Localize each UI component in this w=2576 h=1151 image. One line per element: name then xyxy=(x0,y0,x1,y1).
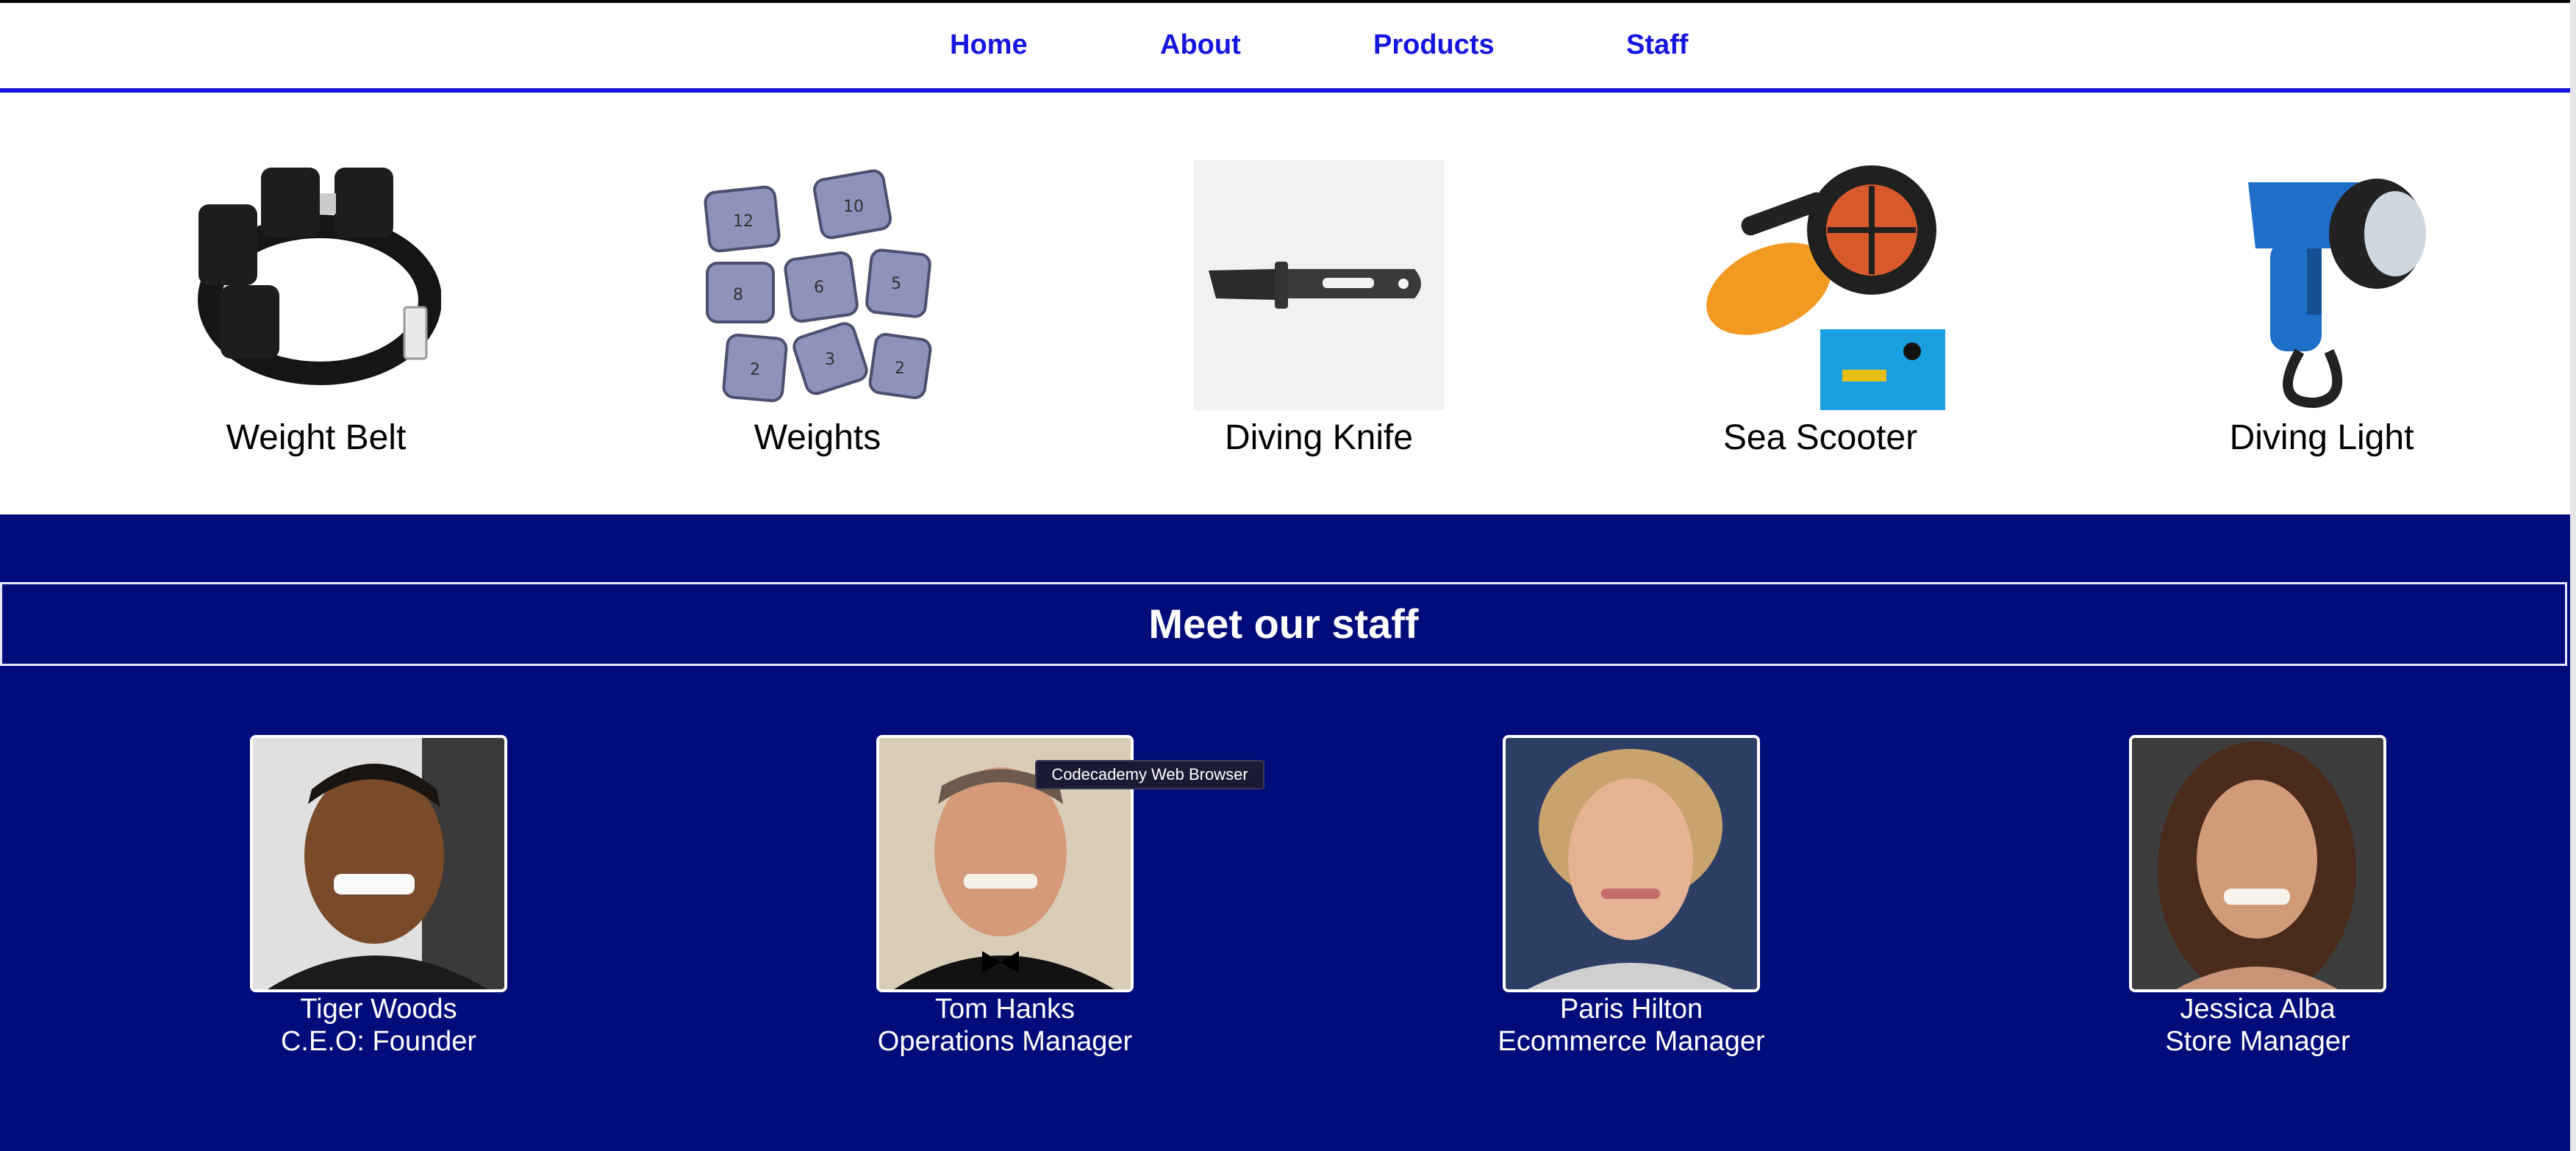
staff-section: Meet our staff Tiger Woods C.E.O: Founde… xyxy=(0,514,2570,1151)
svg-text:2: 2 xyxy=(750,361,760,379)
product-weight-belt[interactable]: Weight Belt xyxy=(184,160,448,484)
nav-home[interactable]: Home xyxy=(950,29,1028,61)
svg-text:5: 5 xyxy=(891,275,901,293)
product-label: Weights xyxy=(754,418,881,457)
staff-card: Paris Hilton Ecommerce Manager xyxy=(1466,735,1775,1058)
product-diving-knife[interactable]: Diving Knife xyxy=(1187,160,1451,484)
product-diving-light[interactable]: Diving Light xyxy=(2189,160,2454,484)
diving-light-image xyxy=(2248,179,2426,409)
top-nav: Home About Products Staff xyxy=(0,3,2576,88)
staff-role: Ecommerce Manager xyxy=(1498,1026,1765,1057)
staff-name: Paris Hilton xyxy=(1559,994,1703,1025)
diving-knife-image xyxy=(1194,160,1444,410)
staff-name: Tom Hanks xyxy=(934,994,1076,1025)
svg-text:10: 10 xyxy=(843,198,864,216)
svg-text:3: 3 xyxy=(825,351,835,369)
product-label: Sea Scooter xyxy=(1722,418,1918,457)
weight-belt-image xyxy=(198,168,441,385)
product-label: Diving Light xyxy=(2229,418,2414,457)
staff-role: Store Manager xyxy=(2165,1026,2350,1057)
product-sea-scooter[interactable]: Sea Scooter xyxy=(1688,160,1953,484)
staff-card: Tiger Woods C.E.O: Founder xyxy=(213,735,522,1058)
svg-text:2: 2 xyxy=(895,359,905,378)
svg-text:8: 8 xyxy=(733,286,743,304)
staff-card: Jessica Alba Store Manager xyxy=(2092,735,2401,1058)
weights-image: 12 10 8 6 5 2 3 2 xyxy=(704,169,932,403)
staff-name: Tiger Woods xyxy=(300,994,457,1025)
staff-photo xyxy=(1503,735,1760,992)
staff-title: Meet our staff xyxy=(1148,600,1419,647)
products-section: Weight Belt 12 10 8 6 5 2 3 2 Weights Divin… xyxy=(0,93,2570,514)
staff-photo xyxy=(2129,735,2386,992)
product-label: Diving Knife xyxy=(1224,418,1414,457)
product-label: Weight Belt xyxy=(226,418,407,457)
staff-photo xyxy=(250,735,507,992)
staff-name: Jessica Alba xyxy=(2180,994,2336,1025)
nav-products[interactable]: Products xyxy=(1373,29,1495,61)
staff-role: Operations Manager xyxy=(877,1026,1133,1057)
product-weights[interactable]: 12 10 8 6 5 2 3 2 Weights xyxy=(685,160,950,484)
sea-scooter-image xyxy=(1706,165,1945,410)
browser-tooltip: Codecademy Web Browser xyxy=(1035,760,1264,789)
svg-text:12: 12 xyxy=(733,212,754,231)
window-edge xyxy=(2570,0,2576,1151)
staff-role: C.E.O: Founder xyxy=(280,1026,477,1057)
staff-heading-band: Meet our staff xyxy=(0,582,2567,666)
nav-staff[interactable]: Staff xyxy=(1626,29,1688,61)
nav-about[interactable]: About xyxy=(1160,29,1241,61)
svg-text:6: 6 xyxy=(814,279,824,297)
